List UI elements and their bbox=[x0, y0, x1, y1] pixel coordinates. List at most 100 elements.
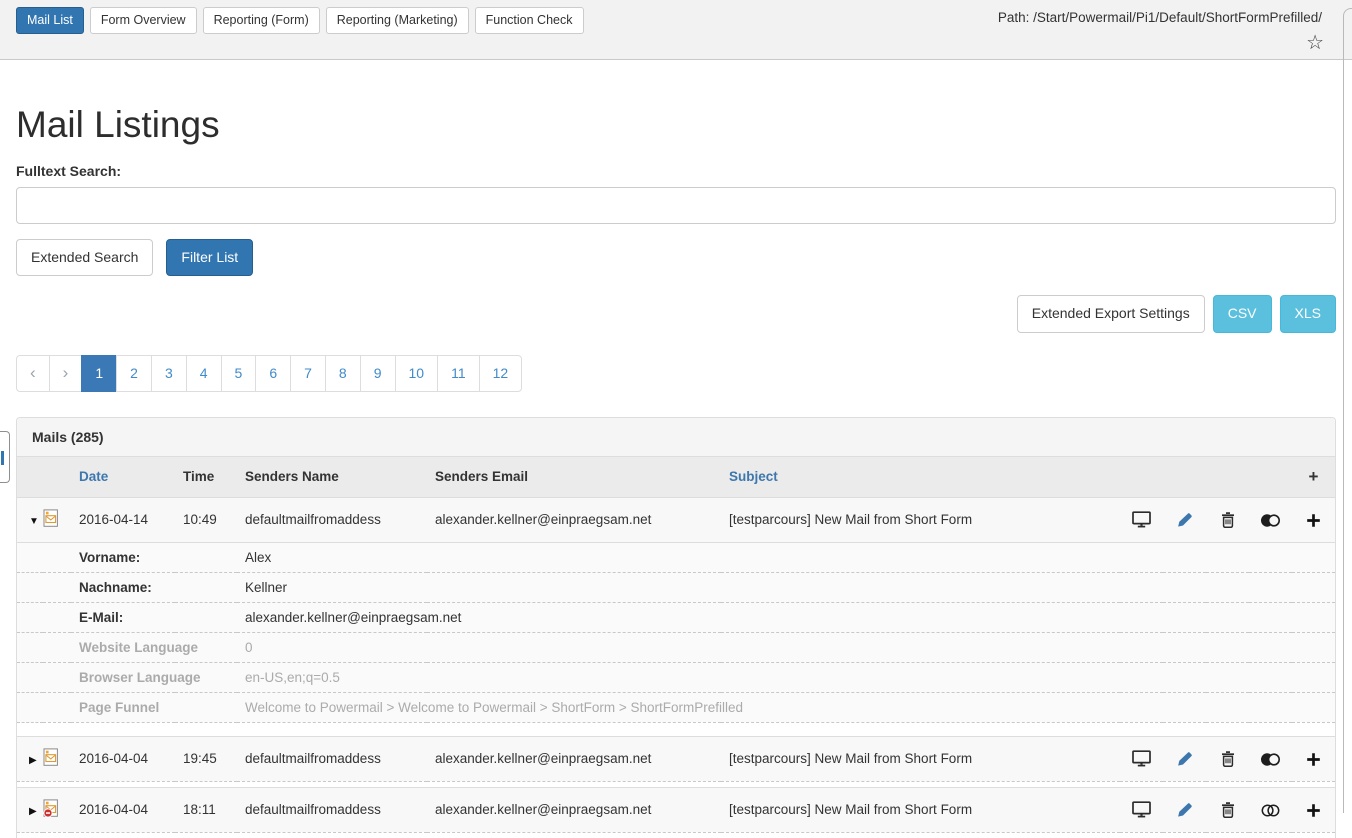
delete-button[interactable] bbox=[1206, 736, 1249, 781]
pagination-page-8[interactable]: 8 bbox=[325, 355, 361, 392]
detail-indent bbox=[17, 602, 71, 632]
trash-icon bbox=[1221, 751, 1235, 766]
visibility-toggle-icon bbox=[1260, 751, 1281, 766]
export-actions: Extended Export Settings CSV XLS bbox=[16, 295, 1336, 333]
pagination-page-10[interactable]: 10 bbox=[395, 355, 439, 392]
pagination-page-9[interactable]: 9 bbox=[360, 355, 396, 392]
mail-date: 2016-04-14 bbox=[71, 497, 175, 542]
plus-icon bbox=[1306, 512, 1321, 527]
detail-label: E-Mail: bbox=[71, 602, 237, 632]
row-separator-cell bbox=[17, 832, 1335, 838]
tab-reporting-form-[interactable]: Reporting (Form) bbox=[203, 7, 320, 34]
mail-detail-row: Nachname:Kellner bbox=[17, 572, 1335, 602]
csv-export-button[interactable]: CSV bbox=[1213, 295, 1272, 333]
display-icon bbox=[1132, 750, 1151, 765]
mail-sender-name: defaultmailfromaddess bbox=[237, 787, 427, 832]
row-separator-cell bbox=[17, 722, 1335, 736]
fulltext-search-input[interactable] bbox=[16, 187, 1336, 224]
caret-down-icon: ▼ bbox=[29, 516, 39, 527]
trash-icon bbox=[1221, 802, 1235, 817]
column-header-date[interactable]: Date bbox=[71, 457, 175, 498]
column-header-senders-name: Senders Name bbox=[237, 457, 427, 498]
pagination-page-5[interactable]: 5 bbox=[221, 355, 257, 392]
preview-button[interactable] bbox=[1120, 736, 1163, 781]
filter-list-button[interactable]: Filter List bbox=[166, 239, 253, 277]
page-title: Mail Listings bbox=[16, 104, 1336, 147]
pagination-page-12[interactable]: 12 bbox=[479, 355, 523, 392]
pagination-page-3[interactable]: 3 bbox=[151, 355, 187, 392]
mail-time: 18:11 bbox=[175, 787, 237, 832]
module-tabs: Mail ListForm OverviewReporting (Form)Re… bbox=[16, 7, 584, 34]
visibility-toggle-button[interactable] bbox=[1249, 787, 1292, 832]
mail-record-icon bbox=[43, 787, 71, 832]
expand-caret[interactable]: ▶ bbox=[17, 736, 43, 781]
tab-reporting-marketing-[interactable]: Reporting (Marketing) bbox=[326, 7, 469, 34]
detail-indent bbox=[17, 692, 71, 722]
edit-button[interactable] bbox=[1163, 497, 1206, 542]
column-header-time: Time bbox=[175, 457, 237, 498]
mail-sender-name: defaultmailfromaddess bbox=[237, 497, 427, 542]
expand-caret[interactable]: ▼ bbox=[17, 497, 43, 542]
detail-label: Browser Language bbox=[71, 662, 237, 692]
preview-button[interactable] bbox=[1120, 497, 1163, 542]
delete-button[interactable] bbox=[1206, 497, 1249, 542]
detail-value: Kellner bbox=[237, 572, 1335, 602]
pencil-icon bbox=[1177, 802, 1193, 817]
window-edge-divider bbox=[1343, 8, 1352, 813]
plus-icon bbox=[1306, 751, 1321, 766]
pagination-prev-icon[interactable]: ‹ bbox=[16, 355, 50, 392]
display-icon bbox=[1132, 511, 1151, 526]
header-caret-col bbox=[17, 457, 43, 498]
edit-button[interactable] bbox=[1163, 736, 1206, 781]
detail-value: Welcome to Powermail > Welcome to Powerm… bbox=[237, 692, 1335, 722]
visibility-toggle-button[interactable] bbox=[1249, 497, 1292, 542]
pagination-next-icon[interactable]: › bbox=[49, 355, 83, 392]
pencil-icon bbox=[1177, 512, 1193, 527]
add-button[interactable] bbox=[1292, 497, 1335, 542]
left-edge-tab bbox=[0, 431, 10, 483]
mail-sender-name: defaultmailfromaddess bbox=[237, 736, 427, 781]
tab-mail-list[interactable]: Mail List bbox=[16, 7, 84, 34]
row-separator bbox=[17, 832, 1335, 838]
star-bookmark-icon[interactable]: ☆ bbox=[1306, 33, 1324, 53]
pagination-page-2[interactable]: 2 bbox=[116, 355, 152, 392]
detail-label: Vorname: bbox=[71, 542, 237, 572]
expand-caret[interactable]: ▶ bbox=[17, 787, 43, 832]
mail-record-icon bbox=[43, 736, 71, 781]
mails-table-body: ▼2016-04-1410:49defaultmailfromaddessale… bbox=[17, 497, 1335, 838]
pagination-page-6[interactable]: 6 bbox=[255, 355, 291, 392]
pagination-page-7[interactable]: 7 bbox=[290, 355, 326, 392]
detail-value: alexander.kellner@einpraegsam.net bbox=[237, 602, 1335, 632]
mail-row: ▶2016-04-0418:11defaultmailfromaddessale… bbox=[17, 787, 1335, 832]
xls-export-button[interactable]: XLS bbox=[1280, 295, 1336, 333]
mail-sender-email: alexander.kellner@einpraegsam.net bbox=[427, 497, 721, 542]
add-column-header[interactable]: + bbox=[1292, 457, 1335, 498]
visibility-toggle-button[interactable] bbox=[1249, 736, 1292, 781]
column-header-subject[interactable]: Subject bbox=[721, 457, 1120, 498]
pagination-page-11[interactable]: 11 bbox=[437, 355, 480, 392]
tab-function-check[interactable]: Function Check bbox=[475, 7, 584, 34]
detail-indent bbox=[17, 662, 71, 692]
main-content: Mail Listings Fulltext Search: Extended … bbox=[16, 60, 1336, 838]
extended-search-button[interactable]: Extended Search bbox=[16, 239, 153, 277]
preview-button[interactable] bbox=[1120, 787, 1163, 832]
trash-icon bbox=[1221, 512, 1235, 527]
mail-row: ▶2016-04-0419:45defaultmailfromaddessale… bbox=[17, 736, 1335, 781]
mail-date: 2016-04-04 bbox=[71, 736, 175, 781]
delete-button[interactable] bbox=[1206, 787, 1249, 832]
pagination-page-1[interactable]: 1 bbox=[81, 355, 117, 392]
add-button[interactable] bbox=[1292, 736, 1335, 781]
mail-record-icon bbox=[43, 497, 71, 542]
mail-row: ▼2016-04-1410:49defaultmailfromaddessale… bbox=[17, 497, 1335, 542]
add-button[interactable] bbox=[1292, 787, 1335, 832]
extended-export-settings-button[interactable]: Extended Export Settings bbox=[1017, 295, 1205, 333]
tab-form-overview[interactable]: Form Overview bbox=[90, 7, 197, 34]
mail-subject: [testparcours] New Mail from Short Form bbox=[721, 497, 1120, 542]
pencil-icon bbox=[1177, 751, 1193, 766]
mail-time: 19:45 bbox=[175, 736, 237, 781]
top-bar: Mail ListForm OverviewReporting (Form)Re… bbox=[0, 0, 1352, 60]
mails-panel-title: Mails (285) bbox=[17, 418, 1335, 457]
pagination-page-4[interactable]: 4 bbox=[186, 355, 222, 392]
edit-button[interactable] bbox=[1163, 787, 1206, 832]
mail-date: 2016-04-04 bbox=[71, 787, 175, 832]
